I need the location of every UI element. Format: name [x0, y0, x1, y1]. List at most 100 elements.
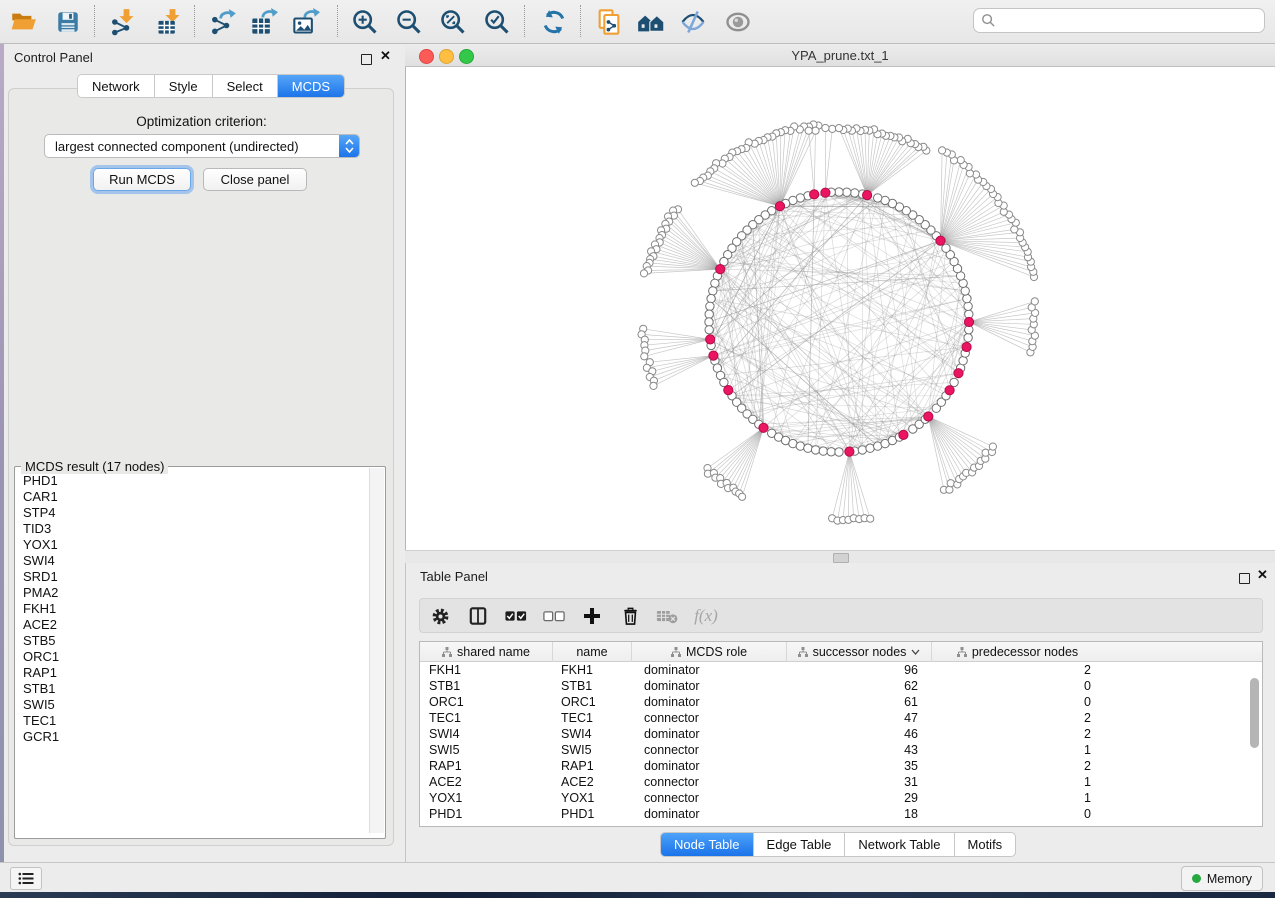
table-cell[interactable]: STB1 [553, 679, 632, 693]
table-cell[interactable]: 2 [932, 663, 1103, 677]
column-header-successor-nodes[interactable]: successor nodes [787, 642, 932, 662]
table-cell[interactable]: ACE2 [553, 775, 632, 789]
table-row[interactable]: TEC1TEC1connector472 [420, 710, 1262, 726]
refresh-layout-button[interactable] [537, 5, 571, 38]
export-network-button[interactable] [206, 5, 240, 38]
table-row[interactable]: RAP1RAP1dominator352 [420, 758, 1262, 774]
zoom-in-button[interactable] [348, 5, 382, 38]
table-cell[interactable]: dominator [632, 663, 787, 677]
clone-network-button[interactable] [592, 5, 626, 38]
show-columns-button[interactable] [464, 603, 492, 629]
mcds-result-item[interactable]: ACE2 [16, 617, 371, 633]
table-settings-button[interactable] [426, 603, 454, 629]
mcds-result-item[interactable]: YOX1 [16, 537, 371, 553]
network-graph[interactable] [406, 67, 1275, 550]
mcds-result-item[interactable]: STP4 [16, 505, 371, 521]
table-cell[interactable]: YOX1 [553, 791, 632, 805]
select-all-button[interactable] [502, 603, 530, 629]
table-cell[interactable]: YOX1 [420, 791, 553, 805]
table-cell[interactable]: 18 [787, 807, 932, 821]
criterion-dropdown[interactable]: largest connected component (undirected) [44, 134, 360, 158]
table-cell[interactable]: FKH1 [553, 663, 632, 677]
table-cell[interactable]: ORC1 [420, 695, 553, 709]
open-session-button[interactable] [6, 5, 40, 38]
table-cell[interactable]: 2 [932, 759, 1103, 773]
close-table-panel-button[interactable]: ✕ [1257, 570, 1268, 580]
column-header-predecessor-nodes[interactable]: predecessor nodes [932, 642, 1103, 662]
table-cell[interactable]: ACE2 [420, 775, 553, 789]
mcds-result-item[interactable]: PHD1 [16, 473, 371, 489]
table-cell[interactable]: FKH1 [420, 663, 553, 677]
table-cell[interactable]: 2 [932, 727, 1103, 741]
mcds-result-item[interactable]: SRD1 [16, 569, 371, 585]
tab-network-table[interactable]: Network Table [845, 833, 954, 856]
table-cell[interactable]: dominator [632, 759, 787, 773]
table-cell[interactable]: 31 [787, 775, 932, 789]
mcds-result-item[interactable]: STB1 [16, 681, 371, 697]
table-row[interactable]: PHD1PHD1dominator180 [420, 806, 1262, 822]
column-header-mcds-role[interactable]: MCDS role [632, 642, 787, 662]
table-cell[interactable]: dominator [632, 695, 787, 709]
table-cell[interactable]: 46 [787, 727, 932, 741]
table-cell[interactable]: STB1 [420, 679, 553, 693]
table-row[interactable]: STB1STB1dominator620 [420, 678, 1262, 694]
first-neighbors-button[interactable] [634, 5, 668, 38]
mcds-result-item[interactable]: TID3 [16, 521, 371, 537]
table-cell[interactable]: SWI4 [420, 727, 553, 741]
zoom-selected-button[interactable] [480, 5, 514, 38]
show-panels-button[interactable] [10, 867, 42, 890]
run-mcds-button[interactable]: Run MCDS [93, 168, 191, 191]
delete-column-button[interactable] [616, 603, 644, 629]
table-scrollbar[interactable] [1250, 664, 1259, 824]
network-window-titlebar[interactable]: YPA_prune.txt_1 [405, 44, 1275, 67]
memory-button[interactable]: Memory [1181, 866, 1263, 891]
horizontal-splitter[interactable] [405, 550, 1275, 563]
tab-select[interactable]: Select [213, 75, 278, 97]
tab-motifs[interactable]: Motifs [955, 833, 1016, 856]
table-row[interactable]: SWI4SWI4dominator462 [420, 726, 1262, 742]
mcds-result-item[interactable]: TEC1 [16, 713, 371, 729]
close-panel-button[interactable]: ✕ [380, 51, 391, 61]
float-table-panel-button[interactable] [1239, 571, 1250, 589]
tab-node-table[interactable]: Node Table [661, 833, 754, 856]
mcds-result-item[interactable]: RAP1 [16, 665, 371, 681]
close-panel-content-button[interactable]: Close panel [203, 168, 307, 191]
mcds-result-item[interactable]: ORC1 [16, 649, 371, 665]
column-header-shared-name[interactable]: shared name [420, 642, 553, 662]
add-column-button[interactable] [578, 603, 606, 629]
table-cell[interactable]: connector [632, 711, 787, 725]
zoom-out-button[interactable] [392, 5, 426, 38]
mcds-result-item[interactable]: STB5 [16, 633, 371, 649]
table-cell[interactable]: 61 [787, 695, 932, 709]
table-row[interactable]: ORC1ORC1dominator610 [420, 694, 1262, 710]
table-cell[interactable]: SWI5 [420, 743, 553, 757]
table-cell[interactable]: connector [632, 775, 787, 789]
tab-mcds[interactable]: MCDS [278, 75, 344, 97]
table-cell[interactable]: 96 [787, 663, 932, 677]
table-cell[interactable]: SWI5 [553, 743, 632, 757]
table-row[interactable]: ACE2ACE2connector311 [420, 774, 1262, 790]
table-cell[interactable]: 0 [932, 679, 1103, 693]
mcds-result-item[interactable]: FKH1 [16, 601, 371, 617]
table-cell[interactable]: SWI4 [553, 727, 632, 741]
float-panel-button[interactable] [361, 52, 372, 70]
table-cell[interactable]: 0 [932, 807, 1103, 821]
import-network-button[interactable] [106, 5, 140, 38]
mcds-result-item[interactable]: SWI4 [16, 553, 371, 569]
table-cell[interactable]: RAP1 [420, 759, 553, 773]
table-cell[interactable]: RAP1 [553, 759, 632, 773]
table-row[interactable]: YOX1YOX1connector291 [420, 790, 1262, 806]
table-row[interactable]: SWI5SWI5connector431 [420, 742, 1262, 758]
table-row[interactable]: FKH1FKH1dominator962 [420, 662, 1262, 678]
table-cell[interactable]: 1 [932, 791, 1103, 805]
tab-style[interactable]: Style [155, 75, 213, 97]
mcds-list-scrollbar[interactable] [369, 468, 384, 833]
table-cell[interactable]: connector [632, 743, 787, 757]
table-cell[interactable]: 1 [932, 743, 1103, 757]
hide-selected-button[interactable] [676, 5, 710, 38]
save-session-button[interactable] [51, 5, 85, 38]
tab-edge-table[interactable]: Edge Table [754, 833, 846, 856]
show-all-button[interactable] [721, 5, 755, 38]
mcds-result-item[interactable]: GCR1 [16, 729, 371, 745]
mcds-result-item[interactable]: CAR1 [16, 489, 371, 505]
